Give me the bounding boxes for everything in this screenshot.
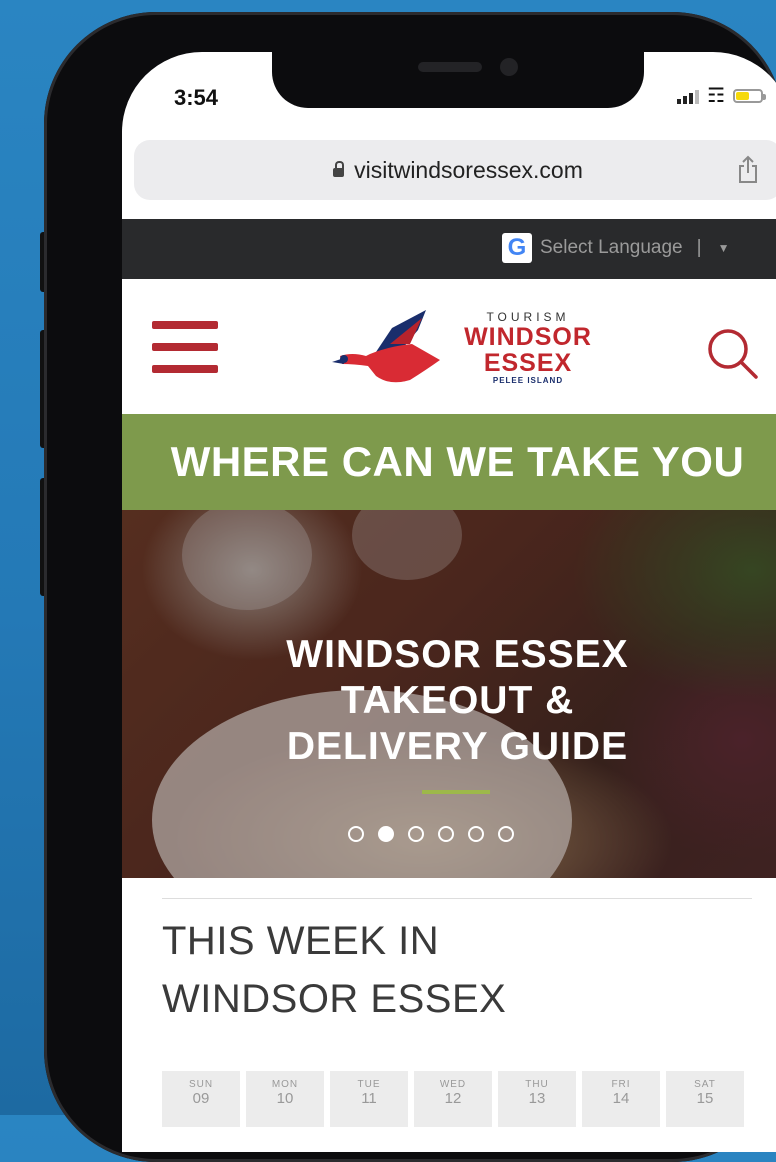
logo-windsor: WINDSOR [464, 323, 592, 351]
address-bar[interactable]: visitwindsoressex.com [134, 140, 776, 200]
day-name: TUE [357, 1079, 381, 1090]
search-icon[interactable] [704, 325, 760, 381]
day-tab[interactable]: FRI 14 [582, 1071, 660, 1127]
section-title-line: WINDSOR ESSEX [162, 977, 507, 1021]
day-number: 11 [361, 1090, 377, 1107]
battery-icon [733, 89, 766, 103]
carousel-dot[interactable] [378, 826, 394, 842]
carousel-dot[interactable] [348, 826, 364, 842]
lock-icon [333, 160, 345, 177]
status-time: 3:54 [174, 85, 219, 110]
day-name: MON [271, 1079, 299, 1090]
day-number: 15 [696, 1090, 714, 1107]
carousel-pagination [348, 826, 514, 842]
url-text: visitwindsoressex.com [354, 156, 583, 183]
language-select[interactable]: G Select Language | ▼ [502, 233, 729, 263]
logo-pelee: PELEE ISLAND [492, 376, 564, 385]
day-name: FRI [611, 1079, 631, 1090]
front-camera [500, 58, 518, 76]
share-icon[interactable] [736, 154, 760, 184]
carousel-dot[interactable] [468, 826, 484, 842]
day-number: 09 [192, 1090, 210, 1107]
logo-tourism: TOURISM [486, 310, 570, 324]
day-name: SAT [694, 1079, 716, 1090]
day-name: THU [525, 1079, 549, 1090]
hero-title-line: DELIVERY GUIDE [286, 725, 629, 768]
chevron-down-icon: ▼ [717, 241, 730, 255]
logo-essex: ESSEX [483, 349, 573, 377]
day-tab[interactable]: TUE 11 [330, 1071, 408, 1127]
site-header: TOURISM WINDSOR ESSEX PELEE ISLAND [122, 279, 776, 414]
day-name: SUN [188, 1079, 214, 1090]
day-number: 13 [528, 1090, 546, 1107]
google-translate-icon: G [502, 233, 532, 263]
section-title-line: THIS WEEK IN [162, 919, 440, 963]
hero-title-line: WINDSOR ESSEX [286, 633, 629, 676]
language-separator: | [696, 237, 702, 258]
hero-carousel[interactable]: WINDSOR ESSEX TAKEOUT & DELIVERY GUIDE [122, 510, 776, 878]
hamburger-menu-icon[interactable] [152, 321, 218, 375]
hero-title-line: TAKEOUT & [340, 679, 575, 722]
day-tab[interactable]: SUN 09 [162, 1071, 240, 1127]
week-day-selector: SUN 09 MON 10 TUE 11 WED 12 THU 13 FRI 14 SAT 15 [162, 1071, 744, 1127]
day-tab[interactable]: MON 10 [246, 1071, 324, 1127]
phone-frame: 3:54 ☶ visitwindsoressex.com G Select La… [44, 12, 776, 1162]
day-tab[interactable]: SAT 15 [666, 1071, 744, 1127]
language-bar: G Select Language | ▼ [122, 219, 776, 279]
status-icons: ☶ [677, 85, 766, 107]
day-tab[interactable]: WED 12 [414, 1071, 492, 1127]
hero-title[interactable]: WINDSOR ESSEX TAKEOUT & DELIVERY GUIDE [122, 632, 776, 770]
tagline-banner: WHERE CAN WE TAKE YOU [122, 414, 776, 510]
phone-notch [272, 52, 644, 108]
goose-logo-icon [332, 310, 440, 383]
phone-screen: 3:54 ☶ visitwindsoressex.com G Select La… [122, 52, 776, 1152]
day-number: 12 [444, 1090, 462, 1107]
day-number: 10 [276, 1090, 294, 1107]
day-tab[interactable]: THU 13 [498, 1071, 576, 1127]
carousel-dot[interactable] [438, 826, 454, 842]
banner-text: WHERE CAN WE TAKE YOU [170, 438, 745, 485]
day-name: WED [439, 1079, 467, 1090]
signal-icon [677, 88, 700, 104]
hero-accent-line [422, 790, 490, 794]
logo-wordmark: TOURISM WINDSOR ESSEX PELEE ISLAND [458, 310, 598, 385]
day-number: 14 [612, 1090, 630, 1107]
speaker-grille [418, 62, 482, 72]
section-divider [162, 898, 752, 899]
section-title: THIS WEEK IN WINDSOR ESSEX [162, 912, 506, 1028]
carousel-dot[interactable] [498, 826, 514, 842]
carousel-dot[interactable] [408, 826, 424, 842]
language-select-label: Select Language [540, 237, 683, 258]
wifi-icon: ☶ [707, 85, 725, 107]
site-logo[interactable]: TOURISM WINDSOR ESSEX PELEE ISLAND [330, 304, 600, 394]
